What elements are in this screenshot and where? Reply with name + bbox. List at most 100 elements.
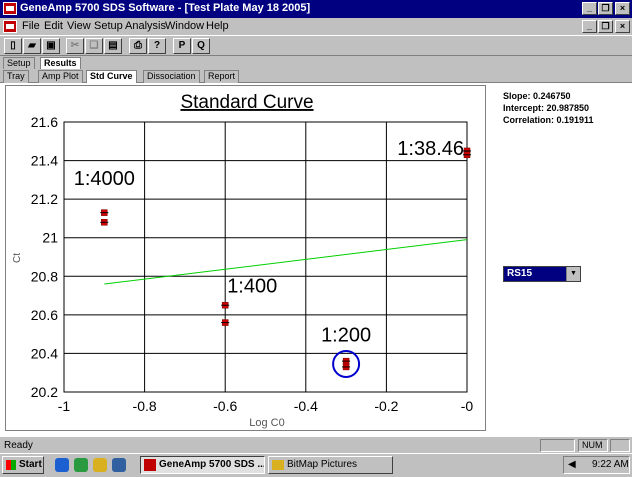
slope-text: Slope: 0.246750	[503, 91, 571, 101]
tab-std-curve[interactable]: Std Curve	[86, 70, 137, 83]
data-point	[100, 209, 109, 216]
x-tick-label: -0	[461, 398, 474, 414]
taskbar: Start GeneAmp 5700 SDS ... BitMap Pictur…	[0, 453, 632, 477]
status-panel-blank	[540, 439, 575, 452]
x-tick-label: -0.2	[374, 398, 398, 414]
x-tick-label: -0.6	[213, 398, 237, 414]
chevron-down-icon[interactable]: ▼	[566, 267, 580, 281]
menu-edit[interactable]: Edit	[44, 20, 63, 32]
data-point	[463, 151, 471, 159]
data-point	[221, 319, 230, 326]
fit-line	[104, 239, 468, 285]
outlook-icon[interactable]	[74, 458, 88, 472]
status-panel-extra	[610, 439, 630, 452]
detector-select-value: RS15	[507, 268, 533, 279]
x-tick-label: -0.8	[133, 398, 157, 414]
chart-grid	[63, 121, 468, 393]
menu-view[interactable]: View	[67, 20, 91, 32]
taskbar-bitmap[interactable]: BitMap Pictures	[268, 456, 393, 474]
status-text: Ready	[4, 440, 33, 451]
data-point	[342, 363, 351, 371]
start-label: Start	[19, 459, 42, 470]
menu-bar: File Edit View Setup Analysis Window Hel…	[0, 18, 632, 35]
open-folder-icon[interactable]: ▰	[23, 38, 41, 54]
annotation-label: 1:38.46	[397, 138, 464, 160]
correlation-text: Correlation: 0.191911	[503, 115, 594, 125]
data-point	[342, 357, 351, 365]
q-button[interactable]: Q	[192, 38, 210, 54]
fit-line-group	[104, 239, 468, 285]
regression-stats: Slope: 0.246750 Intercept: 20.987850 Cor…	[503, 90, 594, 126]
chart-panel: -1 -0.8 -0.6 -0.4 -0.2 -0 20.2 20.4 20.6 20.8 21 21…	[5, 85, 486, 431]
cut-icon[interactable]: ✂	[66, 38, 84, 54]
channels-icon[interactable]	[112, 458, 126, 472]
minimize-icon[interactable]: _	[582, 2, 597, 15]
toolbar: ▯ ▰ ▣ ✂ ❏ ▤ ⎙ ? P Q	[0, 35, 632, 56]
data-point	[100, 219, 109, 226]
system-tray: ◀ 9:22 AM	[563, 456, 630, 474]
status-bar: Ready NUM	[0, 436, 632, 454]
folder-icon	[272, 460, 284, 470]
paste-icon[interactable]: ▤	[104, 38, 122, 54]
save-icon[interactable]: ▣	[42, 38, 60, 54]
taskbar-geneamp[interactable]: GeneAmp 5700 SDS ...	[140, 456, 265, 474]
annotation-label: 1:400	[227, 275, 277, 297]
taskbar-bitmap-label: BitMap Pictures	[287, 459, 358, 470]
new-file-icon[interactable]: ▯	[4, 38, 22, 54]
plot-area	[63, 121, 468, 393]
annotation-label: 1:4000	[74, 168, 135, 190]
data-point	[221, 301, 230, 309]
menu-window[interactable]: Window	[165, 20, 204, 32]
menu-setup[interactable]: Setup	[94, 20, 123, 32]
y-tick-label: 21	[42, 230, 58, 246]
x-axis-label: Log C0	[249, 417, 284, 429]
start-button[interactable]: Start	[2, 456, 44, 474]
close-icon[interactable]: ×	[615, 2, 630, 15]
num-lock-indicator: NUM	[578, 439, 608, 452]
y-tick-label: 20.4	[31, 345, 58, 361]
title-bar: GeneAmp 5700 SDS Software - [Test Plate …	[0, 0, 632, 18]
document-icon[interactable]	[3, 20, 17, 33]
menu-help[interactable]: Help	[206, 20, 229, 32]
menu-file[interactable]: File	[22, 20, 40, 32]
menu-analysis[interactable]: Analysis	[125, 20, 166, 32]
restore-icon[interactable]: ❐	[598, 2, 613, 15]
y-tick-label: 21.6	[31, 114, 58, 130]
app-icon[interactable]	[3, 2, 17, 15]
annotation-label: 1:200	[321, 324, 371, 346]
y-tick-label: 20.8	[31, 268, 58, 284]
p-button[interactable]: P	[173, 38, 191, 54]
help-icon[interactable]: ?	[148, 38, 166, 54]
sub-tab-row: Tray Amp Plot Std Curve Dissociation Rep…	[0, 69, 632, 83]
geneamp-icon	[144, 459, 156, 471]
x-tick-label: -1	[58, 398, 71, 414]
doc-minimize-icon[interactable]: _	[582, 20, 597, 33]
tab-report[interactable]: Report	[204, 70, 240, 83]
windows-logo-icon	[6, 460, 16, 470]
copy-icon[interactable]: ❏	[85, 38, 103, 54]
chart-title: Standard Curve	[180, 92, 313, 113]
y-tick-label: 21.2	[31, 191, 58, 207]
print-icon[interactable]: ⎙	[129, 38, 147, 54]
standard-curve-chart[interactable]: -1 -0.8 -0.6 -0.4 -0.2 -0 20.2 20.4 20.6 20.8 21 21…	[6, 86, 485, 430]
detector-select[interactable]: RS15 ▼	[503, 266, 581, 282]
desktop-icon[interactable]	[93, 458, 107, 472]
y-axis-label: Ct	[12, 253, 23, 263]
x-tick-label: -0.4	[294, 398, 318, 414]
y-tick-label: 20.6	[31, 307, 58, 323]
tab-dissociation[interactable]: Dissociation	[143, 70, 200, 83]
y-tick-label: 21.4	[31, 153, 58, 169]
doc-restore-icon[interactable]: ❐	[598, 20, 613, 33]
internet-explorer-icon[interactable]	[55, 458, 69, 472]
top-tab-row: Setup Results	[0, 57, 632, 70]
tab-amp-plot[interactable]: Amp Plot	[38, 70, 83, 83]
intercept-text: Intercept: 20.987850	[503, 103, 590, 113]
tab-tray[interactable]: Tray	[3, 70, 29, 83]
window-title: GeneAmp 5700 SDS Software - [Test Plate …	[20, 2, 311, 14]
y-tick-label: 20.2	[31, 384, 58, 400]
taskbar-geneamp-label: GeneAmp 5700 SDS ...	[159, 459, 265, 470]
data-points	[100, 147, 471, 379]
clock: 9:22 AM	[592, 459, 629, 470]
speaker-icon[interactable]: ◀	[568, 459, 576, 470]
doc-close-icon[interactable]: ×	[615, 20, 630, 33]
